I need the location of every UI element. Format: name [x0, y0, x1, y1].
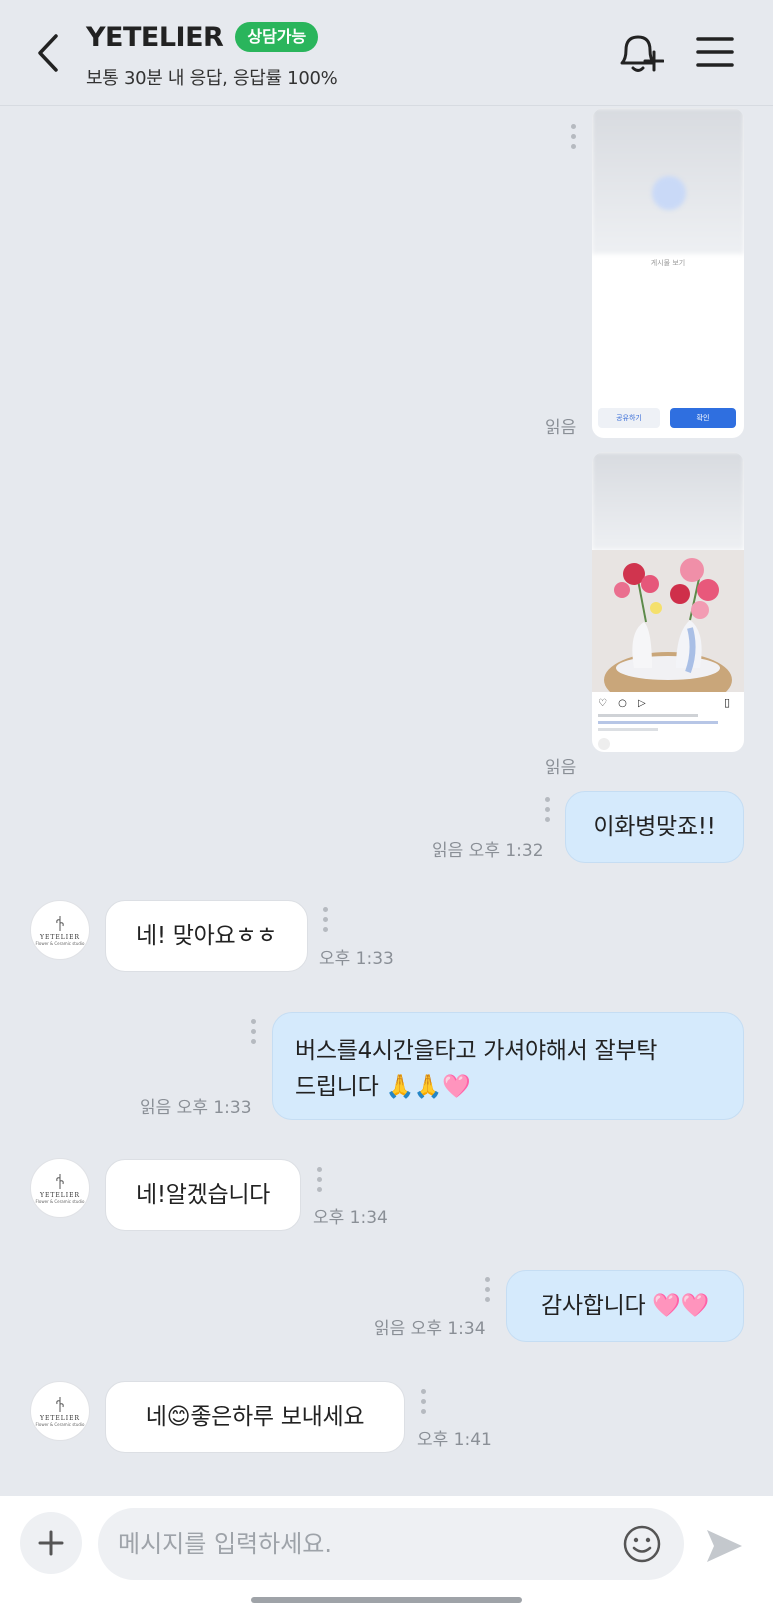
logo-icon [56, 1397, 64, 1412]
image-confirm-button: 확인 [670, 408, 736, 428]
message-meta: 읽음 오후 1:32 [432, 841, 544, 861]
chat-header: YETELIER 상담가능 보통 30분 내 응답, 응답률 100% [0, 0, 773, 106]
more-options-icon[interactable] [420, 1389, 428, 1419]
message-input[interactable] [98, 1508, 684, 1580]
home-indicator [251, 1597, 522, 1603]
avatar-name: YETELIER [40, 1192, 80, 1199]
bookmark-icon: ▯ [724, 696, 731, 709]
post-avatar [598, 738, 610, 750]
message-bubble-incoming[interactable]: 네😊좋은하루 보내세요 [105, 1381, 405, 1453]
avatar-tagline: Flower & Ceramic studio [35, 941, 85, 946]
message-text-line: 드립니다 🙏🙏🩷 [295, 1074, 471, 1100]
message-meta: 오후 1:33 [319, 949, 394, 969]
blurred-image-area [652, 176, 686, 210]
post-text-line [598, 721, 718, 724]
avatar[interactable]: YETELIER Flower & Ceramic studio [30, 1158, 90, 1218]
more-options-icon[interactable] [316, 1167, 324, 1197]
flower-photo [592, 550, 744, 692]
image-caption: 게시물 보기 [650, 259, 686, 267]
message-bubble-outgoing[interactable]: 이화병맞죠!! [565, 791, 744, 863]
more-options-icon[interactable] [322, 907, 330, 937]
emoji-icon[interactable] [622, 1524, 662, 1564]
post-action-icons: ♡ ○ ▷ [598, 698, 650, 709]
message-bubble-outgoing[interactable]: 버스를4시간을타고 가셔야해서 잘부탁 드립니다 🙏🙏🩷 [272, 1012, 744, 1120]
add-notification-bell-icon[interactable] [614, 30, 664, 76]
avatar-tagline: Flower & Ceramic studio [35, 1199, 85, 1204]
message-meta: 오후 1:34 [313, 1208, 388, 1228]
more-options-icon[interactable] [484, 1277, 492, 1307]
avatar[interactable]: YETELIER Flower & Ceramic studio [30, 900, 90, 960]
message-input-bar [0, 1496, 773, 1618]
message-bubble-outgoing[interactable]: 감사합니다 🩷🩷 [506, 1270, 744, 1342]
avatar-name: YETELIER [40, 934, 80, 941]
avatar[interactable]: YETELIER Flower & Ceramic studio [30, 1381, 90, 1441]
message-text-line: 버스를4시간을타고 가셔야해서 잘부탁 [295, 1038, 658, 1064]
logo-icon [56, 1174, 64, 1189]
message-bubble-incoming[interactable]: 네! 맞아요ㅎㅎ [105, 900, 308, 972]
message-meta: 오후 1:41 [417, 1430, 492, 1450]
post-text-line [598, 728, 658, 731]
read-receipt: 읽음 [545, 418, 577, 438]
response-info: 보통 30분 내 응답, 응답률 100% [86, 68, 338, 89]
chat-title: YETELIER [86, 21, 224, 53]
message-meta: 읽음 오후 1:34 [374, 1319, 486, 1339]
more-options-icon[interactable] [250, 1019, 258, 1049]
chat-title-area: YETELIER 상담가능 보통 30분 내 응답, 응답률 100% [86, 18, 338, 90]
avatar-name: YETELIER [40, 1415, 80, 1422]
plus-icon [38, 1530, 64, 1556]
message-meta: 읽음 오후 1:33 [140, 1098, 252, 1118]
more-options-icon[interactable] [570, 124, 578, 154]
read-receipt: 읽음 [545, 758, 577, 778]
more-options-icon[interactable] [544, 797, 552, 827]
status-badge: 상담가능 [235, 22, 319, 52]
shared-image-message[interactable]: ♡ ○ ▷ ▯ [592, 452, 744, 752]
logo-icon [56, 916, 64, 931]
menu-icon[interactable] [695, 34, 735, 70]
attach-plus-button[interactable] [20, 1512, 82, 1574]
blurred-image-area [592, 452, 744, 550]
shared-image-message[interactable]: 게시물 보기 공유하기 확인 [592, 108, 744, 438]
avatar-tagline: Flower & Ceramic studio [35, 1422, 85, 1427]
image-share-button: 공유하기 [598, 408, 660, 428]
post-text-line [598, 714, 698, 717]
send-icon[interactable] [704, 1526, 744, 1566]
back-arrow-icon[interactable] [32, 30, 66, 76]
message-bubble-incoming[interactable]: 네!알겠습니다 [105, 1159, 301, 1231]
